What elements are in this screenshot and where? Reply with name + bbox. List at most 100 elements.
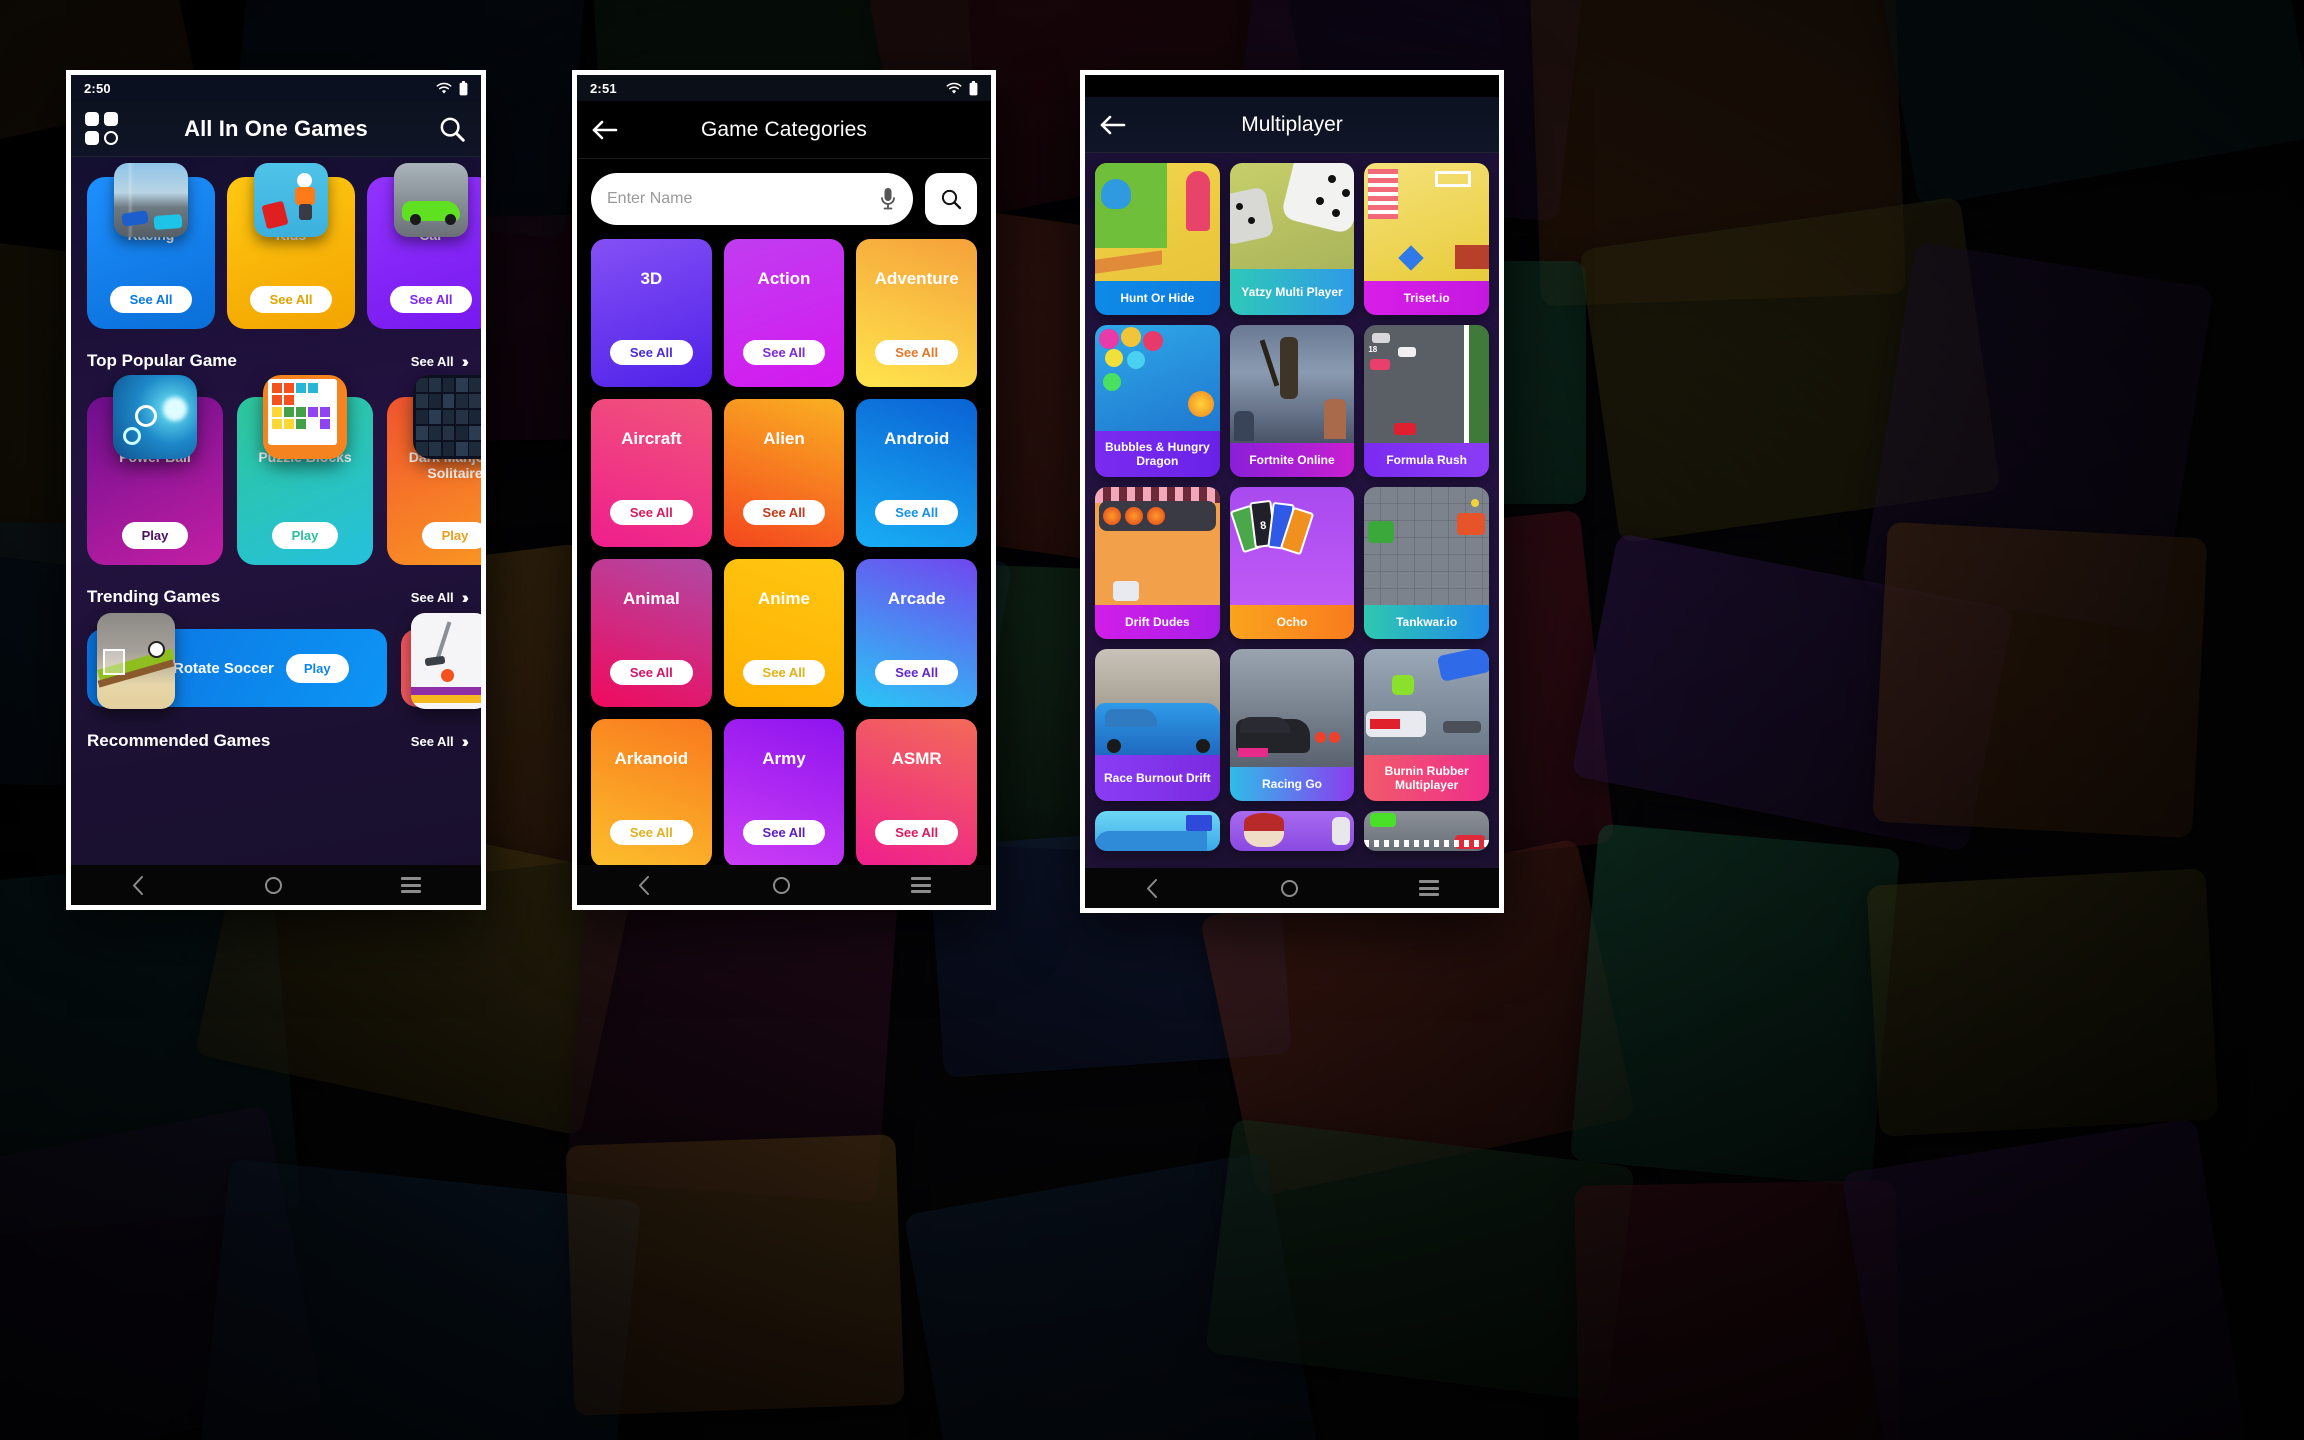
category-card-kids[interactable]: Kids See All (227, 163, 355, 329)
search-icon[interactable] (437, 114, 467, 144)
category-card-adventure[interactable]: Adventure See All (856, 239, 977, 387)
game-card-ocho[interactable]: 8 Ocho (1229, 487, 1355, 639)
game-card-formula-rush[interactable]: 18 Formula Rush (1364, 325, 1489, 477)
category-label: ASMR (891, 749, 942, 768)
game-card-hunt-or-hide[interactable]: Hunt Or Hide (1095, 163, 1220, 315)
category-carousel[interactable]: Racing See All Kids See All (71, 157, 481, 329)
see-all-button[interactable]: See All (875, 340, 959, 365)
golf-thumbnail (411, 613, 481, 709)
double-chevron-right-icon: ›› (461, 351, 470, 371)
see-all-label: See All (410, 353, 454, 369)
see-all-button[interactable]: See All (249, 286, 333, 313)
category-card-car[interactable]: Car See All (367, 163, 481, 329)
power-ball-thumbnail (113, 375, 197, 459)
fortnite-thumbnail (1229, 325, 1355, 443)
see-all-button[interactable]: See All (109, 286, 193, 313)
game-card-drift-dudes[interactable]: Drift Dudes (1095, 487, 1220, 639)
game-card-yatzy-multi-player[interactable]: Yatzy Multi Player (1229, 163, 1355, 315)
see-all-button[interactable]: See All (742, 820, 826, 845)
game-card-partial-1[interactable] (1095, 811, 1220, 851)
category-card-android[interactable]: Android See All (856, 399, 977, 547)
category-card-3d[interactable]: 3D See All (591, 239, 712, 387)
category-card-arkanoid[interactable]: Arkanoid See All (591, 719, 712, 865)
top-popular-game-list[interactable]: Power Ball Play Puzzle Bloc (71, 371, 481, 565)
section-header-recommended: Recommended Games See All ›› (71, 707, 481, 751)
game-card-tankwar-io[interactable]: Tankwar.io (1364, 487, 1489, 639)
game-card-race-burnout-drift[interactable]: Race Burnout Drift (1095, 649, 1220, 801)
category-card-anime[interactable]: Anime See All (723, 559, 845, 707)
play-button[interactable]: Play (271, 522, 339, 549)
search-button[interactable] (925, 173, 977, 225)
category-grid: 3D See All Action See All Adventure See … (577, 225, 991, 865)
back-arrow-icon[interactable] (1099, 113, 1127, 137)
recents-menu-icon[interactable] (1418, 880, 1439, 896)
game-card-racing-go[interactable]: Racing Go (1229, 649, 1355, 801)
back-chevron-icon[interactable] (1145, 878, 1160, 899)
see-all-link[interactable]: See All ›› (411, 733, 470, 750)
background-game-tile (1579, 196, 2001, 544)
category-card-action[interactable]: Action See All (723, 239, 845, 387)
game-label: Race Burnout Drift (1095, 755, 1220, 801)
category-card-animal[interactable]: Animal See All (591, 559, 712, 707)
partial-thumbnail-2 (1229, 811, 1355, 851)
game-card-bubbles-hungry-dragon[interactable]: Bubbles & Hungry Dragon (1095, 325, 1220, 477)
see-all-button[interactable]: See All (742, 340, 826, 365)
category-card-racing[interactable]: Racing See All (87, 163, 215, 329)
game-card-partial-2[interactable] (1229, 811, 1355, 851)
see-all-button[interactable]: See All (742, 660, 826, 685)
search-field-wrapper[interactable] (591, 173, 913, 225)
search-input[interactable] (607, 190, 871, 208)
category-card-aircraft[interactable]: Aircraft See All (591, 399, 712, 547)
double-chevron-right-icon: ›› (461, 587, 470, 607)
phone-3-app-bar: Multiplayer (1085, 97, 1499, 153)
back-chevron-icon[interactable] (637, 875, 652, 896)
microphone-icon[interactable] (879, 186, 897, 212)
recents-menu-icon[interactable] (910, 877, 931, 893)
see-all-link[interactable]: See All ›› (411, 587, 470, 607)
see-all-button[interactable]: See All (875, 820, 959, 845)
see-all-button[interactable]: See All (609, 340, 693, 365)
category-card-army[interactable]: Army See All (723, 719, 845, 865)
game-card-puzzle-blocks[interactable]: Puzzle Blocks Play (237, 375, 373, 565)
android-nav-bar (71, 865, 481, 905)
game-card-power-ball[interactable]: Power Ball Play (87, 375, 223, 565)
grid-menu-icon[interactable] (85, 112, 118, 145)
home-circle-icon[interactable] (264, 876, 282, 894)
game-card-triset-io[interactable]: Triset.io (1364, 163, 1489, 315)
play-button[interactable]: Play (421, 522, 481, 549)
back-chevron-icon[interactable] (131, 875, 146, 896)
game-card-partial-3[interactable] (1364, 811, 1489, 851)
trending-card-rotate-soccer[interactable]: Rotate Soccer Play (87, 613, 387, 709)
back-arrow-icon[interactable] (591, 118, 619, 142)
see-all-button[interactable]: See All (742, 500, 826, 525)
see-all-link[interactable]: See All ›› (410, 351, 470, 371)
recents-menu-icon[interactable] (401, 877, 422, 893)
home-circle-icon[interactable] (1280, 879, 1298, 897)
racing-thumbnail (114, 163, 188, 237)
see-all-button[interactable]: See All (609, 820, 693, 845)
phone-1-app-bar: All In One Games (71, 101, 481, 157)
phone-1-screen: 2:50 All In One Games See All See All Se… (71, 75, 481, 905)
trending-game-list[interactable]: Rotate Soccer Play (71, 607, 481, 709)
game-card-dark-mahjong-solitaire[interactable]: Dark Mahjong Solitaire Play (387, 375, 481, 565)
see-all-button[interactable]: See All (389, 286, 473, 313)
see-all-button[interactable]: See All (875, 660, 959, 685)
category-card-asmr[interactable]: ASMR See All (856, 719, 977, 865)
category-label: Arcade (887, 589, 946, 608)
game-card-burnin-rubber-multiplayer[interactable]: Burnin Rubber Multiplayer (1364, 649, 1489, 801)
game-label: Drift Dudes (1095, 605, 1220, 639)
background-game-tile (1569, 823, 1901, 1187)
see-all-button[interactable]: See All (609, 660, 693, 685)
see-all-button[interactable]: See All (875, 500, 959, 525)
category-card-arcade[interactable]: Arcade See All (856, 559, 977, 707)
category-label: Action (757, 269, 811, 288)
page-title: Multiplayer (1241, 112, 1343, 136)
play-button[interactable]: Play (121, 522, 189, 549)
home-circle-icon[interactable] (772, 876, 790, 894)
background-game-tile (1574, 1180, 1901, 1440)
trending-card-next[interactable] (401, 613, 481, 709)
category-card-alien[interactable]: Alien See All (723, 399, 845, 547)
play-button[interactable]: Play (285, 653, 349, 683)
game-card-fortnite-online[interactable]: Fortnite Online (1229, 325, 1355, 477)
see-all-button[interactable]: See All (609, 500, 693, 525)
